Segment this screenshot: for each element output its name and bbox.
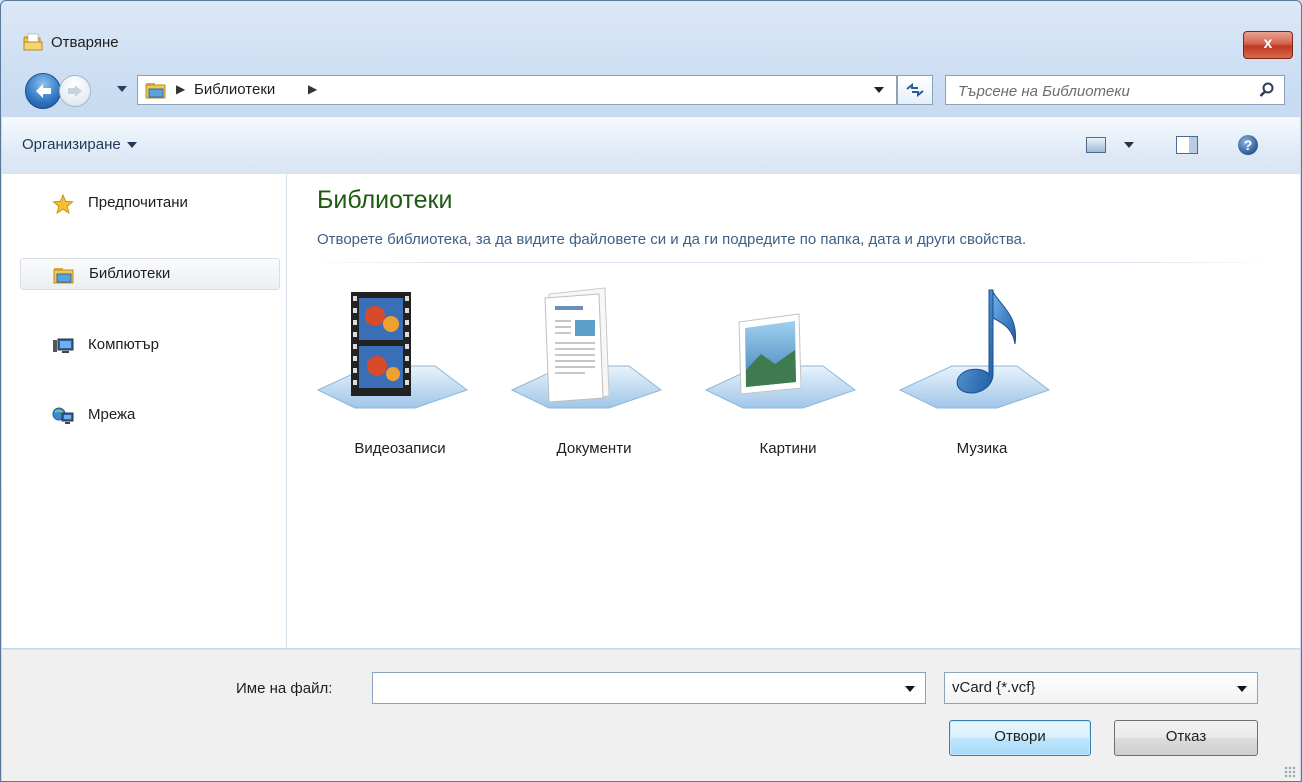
library-music[interactable]: Музика bbox=[897, 284, 1067, 457]
library-label: Картини bbox=[759, 440, 817, 457]
refresh-icon bbox=[906, 82, 924, 98]
organize-menu-button[interactable]: Организиране bbox=[22, 136, 137, 153]
breadcrumb-separator[interactable]: ▶ bbox=[176, 82, 185, 96]
library-label: Видеозаписи bbox=[354, 440, 446, 457]
library-label: Документи bbox=[556, 440, 632, 457]
chevron-down-icon[interactable] bbox=[905, 686, 915, 692]
nav-item-label: Компютър bbox=[88, 336, 160, 353]
nav-item-label: Мрежа bbox=[88, 406, 136, 423]
star-icon bbox=[52, 194, 74, 214]
library-documents[interactable]: Документи bbox=[509, 284, 679, 457]
back-arrow-icon bbox=[36, 84, 51, 98]
search-icon[interactable] bbox=[1259, 82, 1275, 98]
nav-item-label: Библиотеки bbox=[89, 265, 171, 282]
cancel-button[interactable]: Отказ bbox=[1114, 720, 1258, 756]
help-label: ? bbox=[1243, 137, 1253, 153]
filetype-select[interactable]: vCard {*.vcf} bbox=[944, 672, 1258, 704]
pictures-library-icon bbox=[704, 313, 857, 409]
organize-label: Организиране bbox=[22, 136, 121, 153]
chevron-down-icon[interactable] bbox=[1237, 686, 1247, 692]
back-button[interactable] bbox=[25, 73, 61, 109]
open-button[interactable]: Отвори bbox=[949, 720, 1091, 756]
address-history-dropdown[interactable] bbox=[874, 87, 884, 93]
folder-open-icon bbox=[23, 33, 43, 51]
divider bbox=[305, 262, 1275, 263]
network-icon bbox=[52, 407, 74, 424]
computer-icon bbox=[53, 338, 74, 353]
resize-grip[interactable] bbox=[1284, 766, 1296, 778]
libraries-view: Библиотеки Отворете библиотека, за да ви… bbox=[287, 174, 1300, 648]
documents-library-icon bbox=[510, 287, 663, 409]
command-toolbar: Организиране ? bbox=[2, 117, 1300, 175]
change-view-icon[interactable] bbox=[1086, 137, 1106, 153]
nav-item-label: Предпочитани bbox=[88, 194, 188, 211]
window-title: Отваряне bbox=[51, 34, 119, 51]
breadcrumb-separator[interactable]: ▶ bbox=[308, 82, 317, 96]
library-videos[interactable]: Видеозаписи bbox=[315, 284, 485, 457]
nav-item-computer[interactable]: Компютър bbox=[20, 330, 280, 362]
title-bar: Отваряне x bbox=[1, 1, 1301, 59]
filename-label: Име на файл: bbox=[236, 680, 333, 697]
recent-pages-dropdown[interactable] bbox=[117, 84, 127, 94]
filename-combobox[interactable] bbox=[372, 672, 926, 704]
search-input[interactable] bbox=[956, 79, 1250, 103]
nav-item-libraries[interactable]: Библиотеки bbox=[20, 258, 280, 290]
search-box[interactable] bbox=[945, 75, 1285, 105]
open-file-dialog: Отваряне x ▶ Библиотеки ▶ Търсене на Биб… bbox=[0, 0, 1302, 782]
address-bar[interactable]: ▶ Библиотеки ▶ bbox=[137, 75, 897, 105]
view-options-dropdown[interactable] bbox=[1124, 142, 1134, 148]
libraries-icon bbox=[53, 268, 74, 284]
chevron-down-icon bbox=[126, 142, 137, 149]
forward-button[interactable] bbox=[59, 75, 91, 107]
forward-arrow-icon bbox=[68, 85, 82, 97]
video-library-icon bbox=[316, 292, 469, 409]
page-title: Библиотеки bbox=[317, 186, 453, 214]
page-description: Отворете библиотека, за да видите файлов… bbox=[317, 231, 1027, 248]
close-icon: x bbox=[1263, 35, 1273, 52]
music-library-icon bbox=[898, 289, 1051, 409]
nav-item-network[interactable]: Мрежа bbox=[20, 400, 280, 432]
filename-input[interactable] bbox=[379, 677, 883, 701]
library-pictures[interactable]: Картини bbox=[703, 284, 873, 457]
dialog-footer: Име на файл: vCard {*.vcf} Отвори Отказ bbox=[2, 649, 1300, 781]
refresh-button[interactable] bbox=[897, 75, 933, 105]
breadcrumb-libraries[interactable]: Библиотеки bbox=[194, 81, 275, 98]
help-icon[interactable]: ? bbox=[1238, 135, 1258, 155]
library-label: Музика bbox=[956, 440, 1008, 457]
close-button[interactable]: x bbox=[1243, 31, 1293, 59]
filetype-value: vCard {*.vcf} bbox=[952, 679, 1036, 696]
navigation-pane: Предпочитани Библиотеки Компютър Мрежа bbox=[2, 174, 287, 648]
libraries-icon bbox=[145, 83, 166, 99]
nav-item-favorites[interactable]: Предпочитани bbox=[20, 188, 280, 220]
preview-pane-icon[interactable] bbox=[1176, 136, 1198, 154]
